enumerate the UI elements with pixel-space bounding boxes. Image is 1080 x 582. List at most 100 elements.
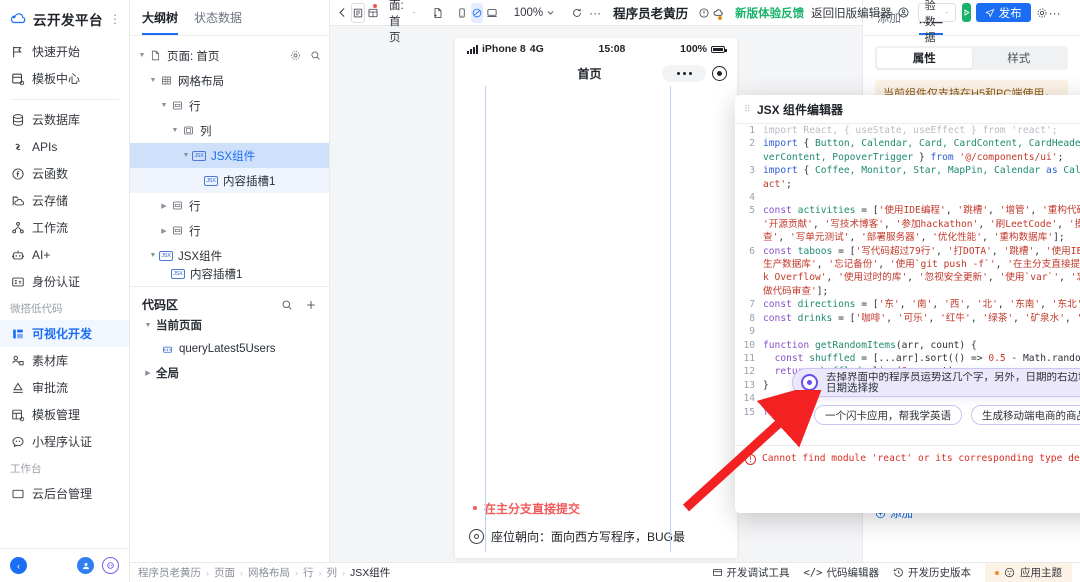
code-text[interactable]: const directions = ['东', '南', '西', '北', … — [763, 298, 1080, 311]
back-arrow-icon[interactable] — [336, 3, 349, 23]
breadcrumb-item[interactable]: 页面 — [214, 565, 235, 580]
tree-row[interactable]: 行 — [130, 193, 329, 218]
sidebar-item-quickstart[interactable]: 快速开始 — [0, 38, 129, 65]
cloud-upload-icon[interactable] — [712, 3, 725, 23]
jsx-editor-modal[interactable]: ⠿ JSX 组件编辑器 完成 1 import React, { useState… — [735, 95, 1080, 513]
ai-suggestion-chip[interactable]: 生成移动端电商的商品页面，商品可以添加购物车 — [971, 405, 1080, 425]
zoom-selector[interactable]: 100% — [510, 7, 559, 19]
component-panel-icon[interactable] — [367, 3, 379, 23]
breadcrumb-item[interactable]: 程序员老黄历 — [138, 565, 201, 580]
chevron-down-icon[interactable] — [147, 77, 159, 84]
code-row-current-page[interactable]: 当前页面 — [130, 313, 329, 337]
tab-outline-tree[interactable]: 大纲树 — [142, 9, 179, 35]
sidebar-item-template-center[interactable]: 模板中心 — [0, 65, 129, 92]
desktop-icon[interactable] — [486, 3, 498, 23]
sidebar-item-clouddb[interactable]: 云数据库 — [0, 106, 129, 133]
sidebar-item-cloudfn[interactable]: 云函数 — [0, 160, 129, 187]
phone-preview[interactable]: iPhone 8 4G 15:08 100% 首页 在主分支直接提交 座位朝向：… — [455, 38, 737, 558]
code-row-global[interactable]: 全局 — [130, 361, 329, 385]
tree-row[interactable]: 页面: 首页 — [130, 43, 329, 68]
sidebar-item-visual-dev[interactable]: 可视化开发 — [0, 320, 129, 347]
code-text[interactable] — [763, 325, 1080, 338]
more-icon[interactable]: ··· — [589, 3, 601, 23]
tree-row-selected-jsx[interactable]: JSX JSX组件 — [130, 143, 329, 168]
ai-input-bar[interactable]: 去掉界面中的程序员运势这几个字，另外，日期的右边增加一个日期选择按 钮，点击按钮… — [792, 368, 1080, 397]
tree-row[interactable]: 网格布局 — [130, 68, 329, 93]
theme-button[interactable]: 应用主题 — [985, 562, 1072, 582]
chevron-down-icon[interactable] — [136, 52, 148, 59]
breadcrumb-item[interactable]: 行 — [303, 565, 314, 580]
feedback-link[interactable]: 新版体验反馈 — [735, 5, 804, 21]
search-icon[interactable] — [310, 50, 321, 61]
sidebar-item-apis[interactable]: APIs — [0, 133, 129, 160]
segment-attributes[interactable]: 属性 — [877, 48, 972, 68]
publish-button[interactable]: 发布 — [975, 3, 1031, 22]
chevron-down-icon[interactable] — [147, 252, 159, 259]
info-icon[interactable] — [698, 3, 710, 23]
ai-assistant-icon[interactable] — [102, 557, 119, 574]
account-icon[interactable] — [897, 3, 910, 23]
tree-row[interactable]: JSX JSX组件 — [130, 243, 329, 268]
sidebar-item-cloud-admin[interactable]: 云后台管理 — [0, 480, 129, 507]
ai-input-text[interactable]: 去掉界面中的程序员运势这几个字，另外，日期的右边增加一个日期选择按 钮，点击按钮… — [826, 372, 1080, 394]
more-dots-icon[interactable]: ··· — [1049, 3, 1061, 23]
sidebar-item-miniapp-auth[interactable]: 小程序认证 — [0, 428, 129, 455]
mobile-icon[interactable] — [456, 3, 468, 23]
devtools-button[interactable]: 开发调试工具 — [712, 565, 790, 580]
code-text[interactable]: const taboos = ['写代码超过79行', '打DOTA', '跳槽… — [763, 245, 1080, 299]
code-text[interactable]: function getRandomItems(arr, count) { — [763, 339, 1080, 352]
tree-row[interactable]: JSX 内容插槽1 — [130, 268, 329, 280]
code-text[interactable]: import { Button, Calendar, Card, CardCon… — [763, 137, 1080, 164]
tree-row[interactable]: 行 — [130, 93, 329, 118]
code-text[interactable]: import React, { useState, useEffect } fr… — [763, 124, 1080, 137]
sidebar-item-workflow[interactable]: 工作流 — [0, 214, 129, 241]
drag-handle-icon[interactable]: ⠿ — [744, 104, 753, 113]
modal-header[interactable]: ⠿ JSX 组件编辑器 完成 — [735, 95, 1080, 124]
new-page-icon[interactable] — [432, 3, 444, 23]
page-selector[interactable]: 页面: 首页 — [385, 0, 420, 45]
ai-input-overlay[interactable]: 去掉界面中的程序员运势这几个字，另外，日期的右边增加一个日期选择按 钮，点击按钮… — [792, 368, 1080, 425]
sidebar-item-approval[interactable]: 审批流 — [0, 374, 129, 401]
chevron-down-icon[interactable] — [158, 102, 170, 109]
sidebar-item-ai[interactable]: AI+ — [0, 241, 129, 268]
refresh-icon[interactable] — [571, 3, 583, 23]
ai-suggestion-chip[interactable]: 一个闪卡应用，帮我学英语 — [814, 405, 962, 425]
code-editor-button[interactable]: </> 代码编辑器 — [804, 565, 879, 580]
chevron-down-icon[interactable] — [180, 152, 192, 159]
user-avatar-icon[interactable] — [77, 557, 94, 574]
code-text[interactable]: const drinks = ['咖啡', '可乐', '红牛', '绿茶', … — [763, 312, 1080, 325]
outline-panel-icon[interactable] — [351, 2, 365, 23]
brand-more-icon[interactable]: ⋮ — [109, 13, 123, 25]
plus-icon[interactable] — [305, 299, 317, 311]
miniapp-close-icon[interactable] — [712, 65, 727, 81]
segment-styles[interactable]: 样式 — [972, 48, 1067, 68]
code-text[interactable]: import { Coffee, Monitor, Star, MapPin, … — [763, 164, 1080, 191]
sidebar-item-cloudstorage[interactable]: 云存储 — [0, 187, 129, 214]
collapse-sidebar-button[interactable]: ‹ — [10, 557, 27, 574]
chevron-right-icon[interactable] — [142, 369, 154, 377]
sidebar-item-template-manage[interactable]: 模板管理 — [0, 401, 129, 428]
chevron-down-icon[interactable] — [169, 127, 181, 134]
history-button[interactable]: 开发历史版本 — [893, 565, 971, 580]
chevron-right-icon[interactable] — [158, 202, 170, 210]
code-row-query[interactable]: queryLatest5Users — [130, 337, 329, 361]
tree-row[interactable]: 列 — [130, 118, 329, 143]
code-text[interactable]: const activities = ['使用IDE编程', '跳槽', '增管… — [763, 204, 1080, 244]
tab-state-data[interactable]: 状态数据 — [194, 9, 242, 35]
data-env-select[interactable]: 体验数据 — [917, 0, 956, 44]
chevron-down-icon[interactable] — [142, 322, 154, 329]
breadcrumb-item[interactable]: 网格布局 — [248, 565, 290, 580]
miniapp-capsule-menu[interactable] — [662, 64, 706, 82]
sidebar-item-assets[interactable]: 素材库 — [0, 347, 129, 374]
chevron-right-icon[interactable] — [158, 227, 170, 235]
gear-icon[interactable] — [290, 50, 301, 61]
tablet-icon[interactable] — [470, 2, 483, 23]
sidebar-item-identity[interactable]: 身份认证 — [0, 268, 129, 295]
code-text[interactable]: const shuffled = [...arr].sort(() => 0.5… — [763, 352, 1080, 365]
tree-row[interactable]: 行 — [130, 218, 329, 243]
code-text[interactable] — [763, 191, 1080, 204]
tree-row[interactable]: JSX 内容插槽1 — [130, 168, 329, 193]
settings-icon[interactable] — [1036, 3, 1048, 23]
breadcrumb-item[interactable]: 列 — [327, 565, 338, 580]
search-icon[interactable] — [281, 299, 293, 311]
